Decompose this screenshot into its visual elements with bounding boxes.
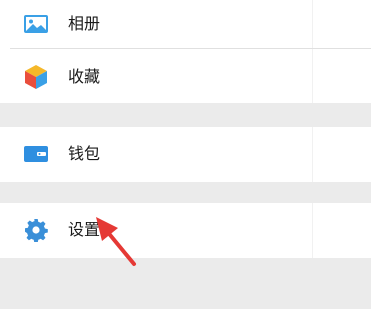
menu-item-album[interactable]: 相册 <box>0 0 371 48</box>
menu-item-favorites[interactable]: 收藏 <box>0 53 371 101</box>
annotation-arrow-icon <box>96 217 136 266</box>
menu-item-wallet[interactable]: 钱包 <box>0 130 371 178</box>
favorites-cube-icon <box>23 64 49 90</box>
wallet-icon <box>23 141 49 167</box>
menu-group-1: 相册 收藏 <box>0 0 371 103</box>
menu-group-3: 设置 <box>0 203 371 258</box>
menu-item-label: 相册 <box>68 14 101 33</box>
menu-item-label: 收藏 <box>68 67 101 86</box>
menu-item-label: 钱包 <box>68 144 101 163</box>
divider <box>10 48 371 49</box>
menu-item-settings[interactable]: 设置 <box>0 206 371 254</box>
menu-group-2: 钱包 <box>0 127 371 182</box>
photo-album-icon <box>23 11 49 37</box>
gear-icon <box>23 217 49 243</box>
